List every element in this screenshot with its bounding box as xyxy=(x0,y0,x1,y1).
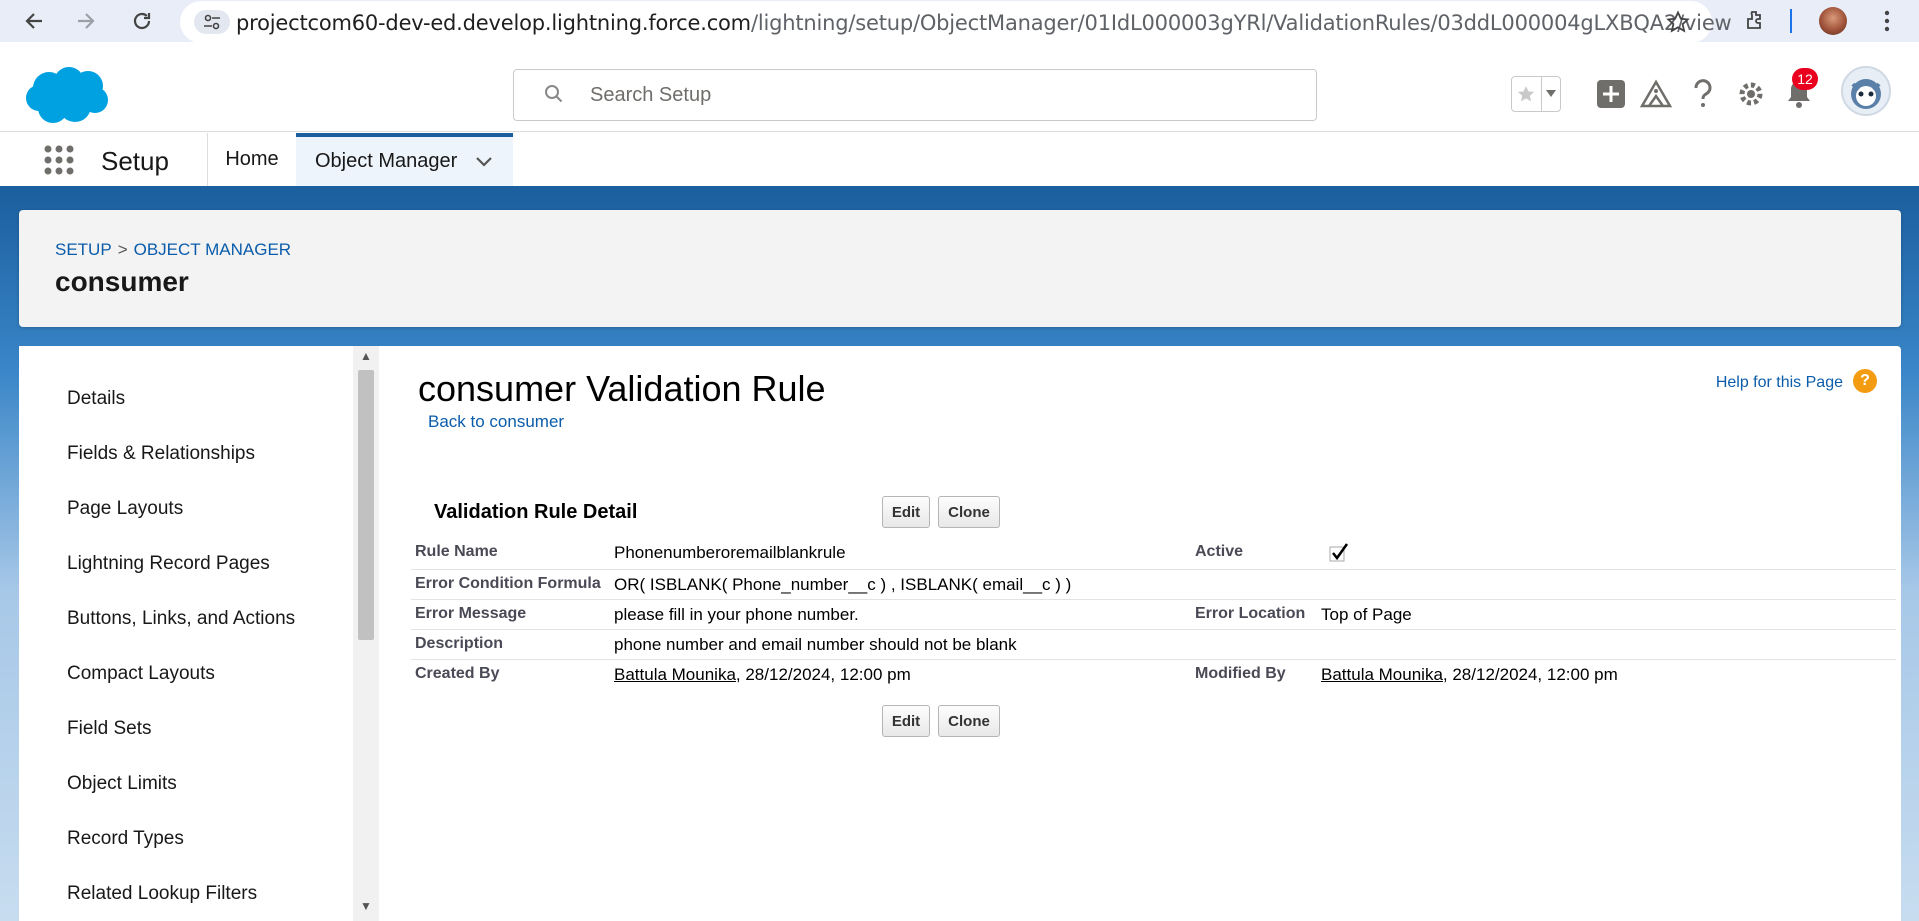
clone-button-bottom[interactable]: Clone xyxy=(938,705,1000,737)
detail-row-rule-name: Rule Name Phonenumberoremailblankrule Ac… xyxy=(411,536,1896,570)
edit-button-top[interactable]: Edit xyxy=(882,496,930,528)
validation-rule-content: consumer Validation Rule Back to consume… xyxy=(398,346,1901,921)
scroll-down-arrow-icon[interactable]: ▼ xyxy=(359,900,373,912)
tab-object-manager[interactable]: Object Manager xyxy=(296,133,513,186)
created-by-label: Created By xyxy=(415,665,500,682)
bookmark-star-icon[interactable] xyxy=(1666,10,1690,39)
profile-avatar[interactable] xyxy=(1818,6,1848,36)
rule-name-value: Phonenumberoremailblankrule xyxy=(614,543,846,562)
sidebar-item-record-types[interactable]: Record Types xyxy=(67,828,184,850)
created-by-date: , 28/12/2024, 12:00 pm xyxy=(735,665,911,684)
sidebar-item-compact-layouts[interactable]: Compact Layouts xyxy=(67,663,215,685)
tab-home[interactable]: Home xyxy=(208,133,296,186)
scrollbar-thumb[interactable] xyxy=(358,370,374,640)
scroll-up-arrow-icon[interactable]: ▲ xyxy=(359,350,373,362)
created-by-user-link[interactable]: Battula Mounika xyxy=(614,665,736,684)
modified-by-label: Modified By xyxy=(1195,665,1286,682)
error-location-value: Top of Page xyxy=(1321,605,1412,624)
validation-rule-title: consumer Validation Rule xyxy=(418,368,826,409)
sidebar-item-object-limits[interactable]: Object Limits xyxy=(67,773,177,795)
sidebar-item-details[interactable]: Details xyxy=(67,388,125,410)
app-name: Setup xyxy=(101,146,169,176)
sidebar-item-page-layouts[interactable]: Page Layouts xyxy=(67,498,183,520)
forward-arrow-icon[interactable] xyxy=(72,7,100,35)
tab-home-label: Home xyxy=(225,148,279,170)
error-location-label: Error Location xyxy=(1195,605,1306,622)
sidebar-item-fields-relationships[interactable]: Fields & Relationships xyxy=(67,443,255,465)
global-header: 12 xyxy=(0,42,1919,132)
modified-by-user-link[interactable]: Battula Mounika xyxy=(1321,665,1443,684)
active-label: Active xyxy=(1195,543,1244,560)
extensions-icon[interactable] xyxy=(1740,6,1770,36)
app-launcher-icon[interactable] xyxy=(43,144,75,181)
breadcrumb-setup-link[interactable]: SETUP xyxy=(55,240,112,259)
browser-toolbar: projectcom60-dev-ed.develop.lightning.fo… xyxy=(0,0,1919,43)
detail-row-formula: Error Condition Formula OR( ISBLANK( Pho… xyxy=(411,570,1896,600)
formula-label: Error Condition Formula xyxy=(415,575,601,592)
breadcrumb-object-manager-link[interactable]: OBJECT MANAGER xyxy=(134,240,291,259)
sidebar-item-field-sets[interactable]: Field Sets xyxy=(67,718,151,740)
created-by-value: Battula Mounika, 28/12/2024, 12:00 pm xyxy=(614,665,911,685)
error-message-value: please fill in your phone number. xyxy=(614,605,859,624)
section-title: Validation Rule Detail xyxy=(434,501,638,523)
object-sidebar: Details Fields & Relationships Page Layo… xyxy=(19,346,379,921)
help-question-icon[interactable] xyxy=(1683,74,1723,114)
sidebar-item-buttons-links-actions[interactable]: Buttons, Links, and Actions xyxy=(67,608,295,630)
favorites-star-icon[interactable] xyxy=(1512,77,1541,111)
back-arrow-icon[interactable] xyxy=(20,7,48,35)
url-path: /lightning/setup/ObjectManager/01IdL0000… xyxy=(750,11,1732,35)
formula-value: OR( ISBLANK( Phone_number__c ) , ISBLANK… xyxy=(614,575,1072,594)
salesforce-logo[interactable] xyxy=(23,64,111,131)
reload-icon[interactable] xyxy=(128,7,156,35)
sidebar-scrollbar[interactable]: ▲ ▼ xyxy=(353,346,379,921)
help-question-circle-icon[interactable]: ? xyxy=(1853,369,1877,393)
breadcrumb: SETUP > OBJECT MANAGER xyxy=(55,240,291,260)
description-value: phone number and email number should not… xyxy=(614,635,1017,654)
rule-name-label: Rule Name xyxy=(415,543,498,560)
sidebar-item-related-lookup-filters[interactable]: Related Lookup Filters xyxy=(67,883,257,905)
detail-row-error-message: Error Message please fill in your phone … xyxy=(411,600,1896,630)
search-input[interactable] xyxy=(590,82,1290,108)
sidebar-item-lightning-record-pages[interactable]: Lightning Record Pages xyxy=(67,553,270,575)
clone-button-top[interactable]: Clone xyxy=(938,496,1000,528)
detail-row-created-modified: Created By Battula Mounika, 28/12/2024, … xyxy=(411,660,1896,690)
help-for-page-link[interactable]: Help for this Page xyxy=(1716,374,1843,392)
detail-row-description: Description phone number and email numbe… xyxy=(411,630,1896,660)
breadcrumb-separator: > xyxy=(117,240,128,259)
chevron-down-icon[interactable] xyxy=(475,156,493,168)
url-host: projectcom60-dev-ed.develop.lightning.fo… xyxy=(236,11,751,35)
search-icon xyxy=(544,84,564,109)
favorites-dropdown-icon[interactable] xyxy=(1540,77,1560,111)
notification-badge: 12 xyxy=(1792,68,1818,90)
error-message-label: Error Message xyxy=(415,605,527,622)
tab-object-manager-label: Object Manager xyxy=(315,150,458,172)
trailhead-icon[interactable] xyxy=(1636,74,1676,114)
edit-button-bottom[interactable]: Edit xyxy=(882,705,930,737)
setup-navigation-bar: Setup Home Object Manager xyxy=(0,133,1919,189)
modified-by-value: Battula Mounika, 28/12/2024, 12:00 pm xyxy=(1321,665,1618,685)
active-checkmark-icon xyxy=(1329,542,1351,569)
modified-by-date: , 28/12/2024, 12:00 pm xyxy=(1442,665,1618,684)
description-label: Description xyxy=(415,635,504,652)
site-settings-icon[interactable] xyxy=(194,10,230,34)
setup-gear-icon[interactable] xyxy=(1731,74,1771,114)
address-bar[interactable]: projectcom60-dev-ed.develop.lightning.fo… xyxy=(180,1,1732,43)
toolbar-divider xyxy=(1790,9,1792,33)
url-text: projectcom60-dev-ed.develop.lightning.fo… xyxy=(236,11,1732,35)
global-actions-icon[interactable] xyxy=(1591,74,1631,114)
browser-menu-icon[interactable] xyxy=(1872,6,1902,36)
object-page-header: SETUP > OBJECT MANAGER consumer xyxy=(19,210,1901,327)
back-to-consumer-link[interactable]: Back to consumer xyxy=(428,412,564,432)
user-avatar[interactable] xyxy=(1841,66,1891,116)
search-setup-box[interactable] xyxy=(513,69,1317,121)
favorites-control[interactable] xyxy=(1511,76,1561,112)
page-title: consumer xyxy=(55,266,189,297)
main-panel: Details Fields & Relationships Page Layo… xyxy=(19,346,1901,921)
